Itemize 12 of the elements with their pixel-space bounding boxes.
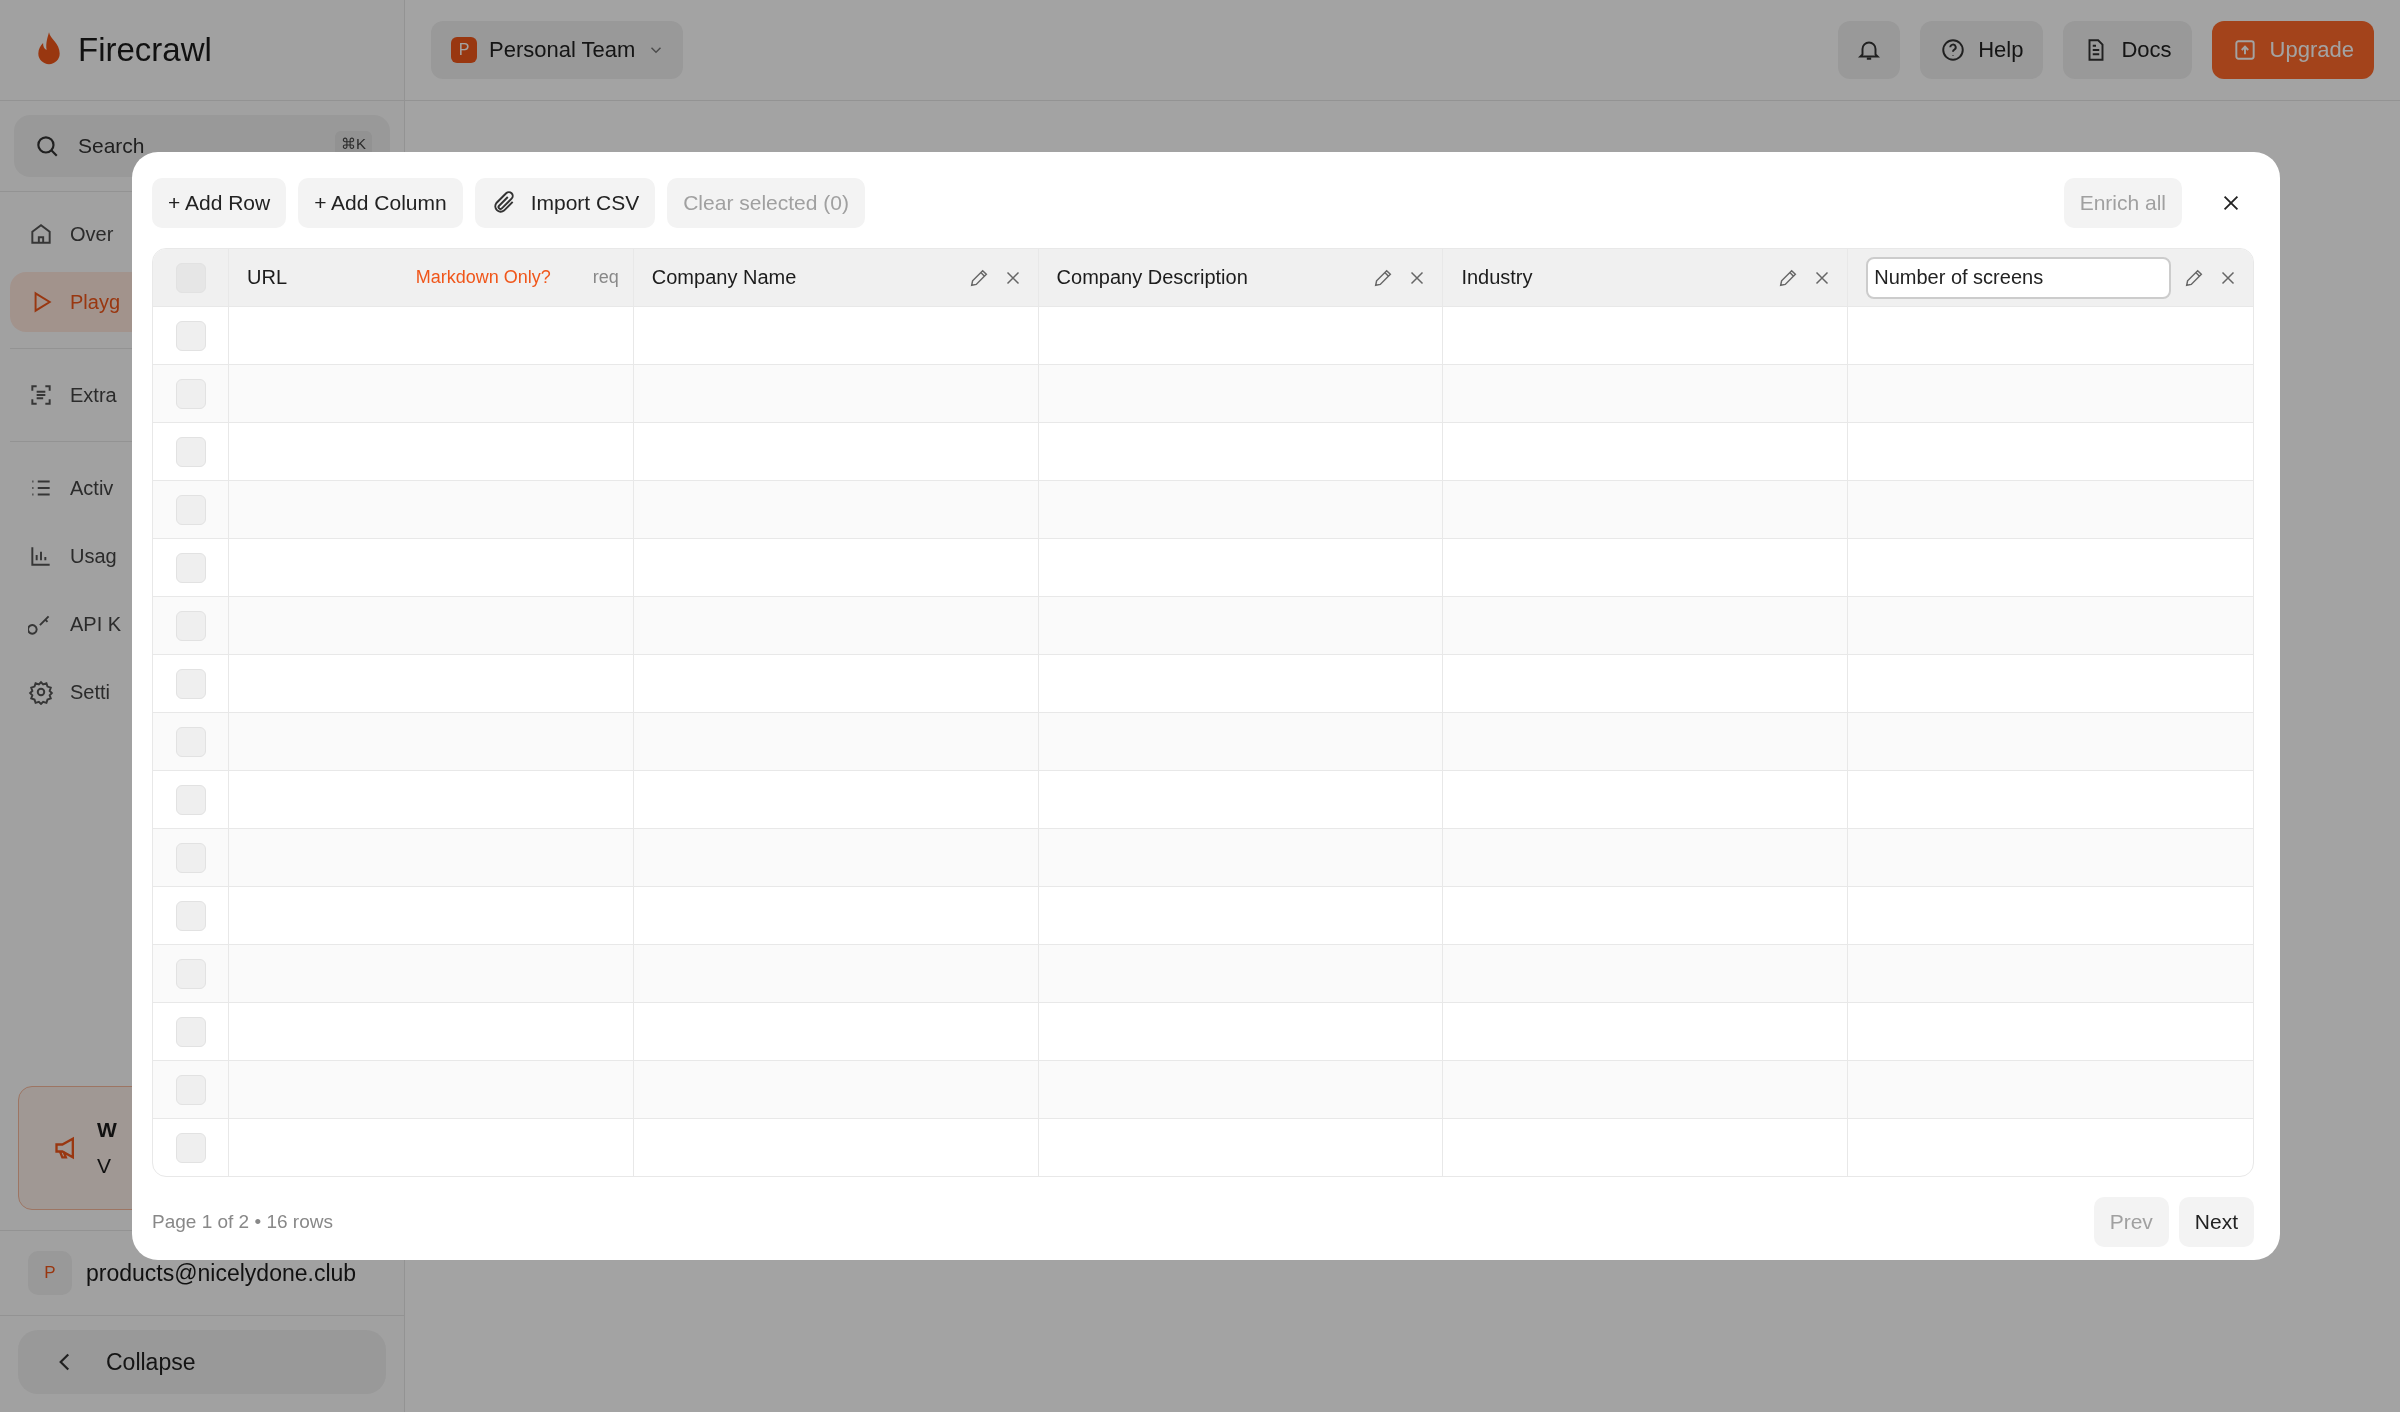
announcement-text: V — [97, 1154, 112, 1178]
column-header: Company Description — [1056, 266, 1249, 289]
column-header: Company Name — [651, 266, 798, 289]
pagination-status: Page 1 of 2 • 16 rows — [152, 1211, 333, 1233]
team-avatar: P — [451, 37, 477, 63]
account-email: products@nicelydone.club — [86, 1259, 357, 1287]
account-avatar: P — [28, 1251, 72, 1295]
column-header: Industry — [1461, 266, 1534, 289]
brand-name: Firecrawl — [78, 31, 212, 69]
column-header: URL — [247, 266, 287, 289]
required-tag: req — [592, 267, 619, 288]
announcement-title: W — [97, 1118, 117, 1142]
